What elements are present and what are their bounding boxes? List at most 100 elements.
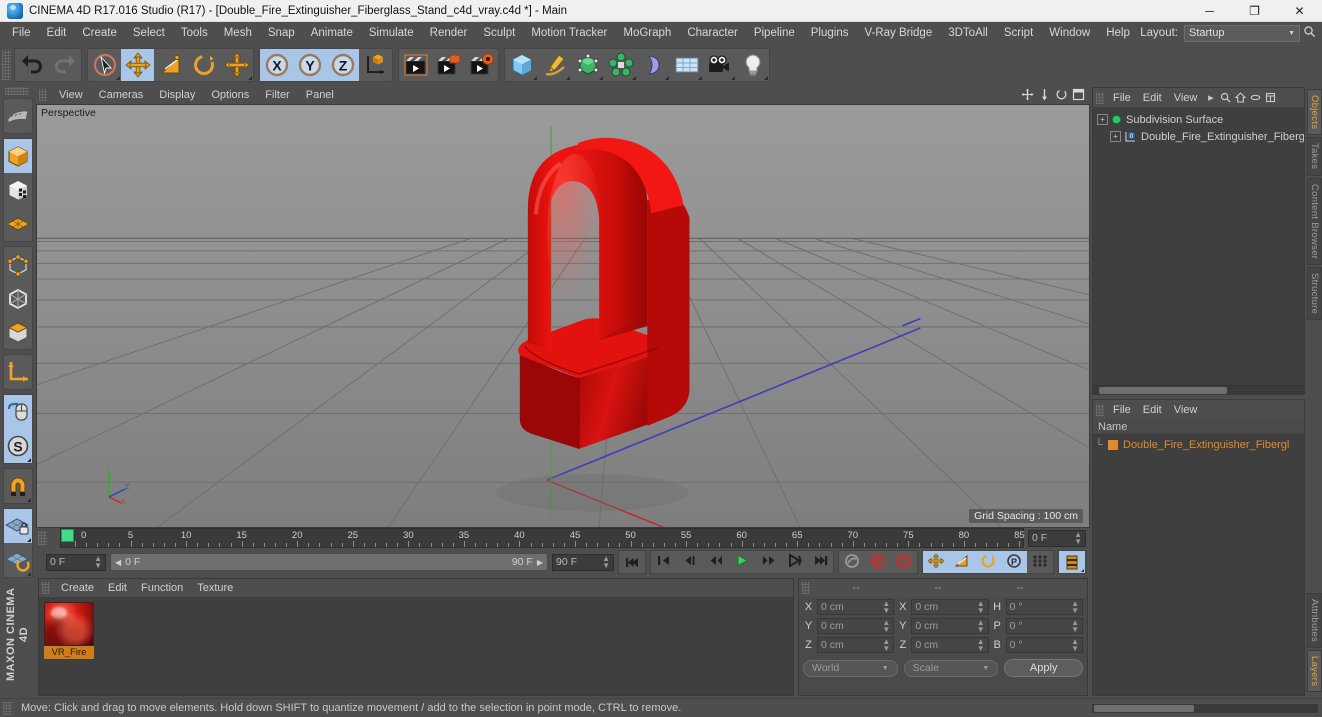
layer-list[interactable]: └ Double_Fire_Extinguisher_Fibergl [1093,435,1304,695]
spinner-icon[interactable]: ▲ ▼ [882,600,890,615]
close-button[interactable]: ✕ [1277,0,1322,22]
material-menu-function[interactable]: Function [134,580,190,596]
viewport-menu-options[interactable]: Options [203,87,257,103]
maximize-button[interactable]: ❐ [1232,0,1277,22]
preview-start-field[interactable]: 0 F ▲ ▼ [46,553,106,571]
menu-item-character[interactable]: Character [679,24,746,42]
layer-menu-file[interactable]: File [1107,402,1137,418]
object-tree[interactable]: + Subdivision Surface +0 Double_Fire_Exting… [1093,107,1304,385]
point-level-animation-toggle[interactable] [1027,551,1053,573]
material-list[interactable]: VR_Fire [39,597,793,695]
spinner-icon[interactable]: ▲ ▼ [1071,619,1079,634]
record-active-objects-button[interactable] [839,551,865,573]
parameter-key-toggle[interactable]: P [1001,551,1027,573]
viewport-menu-filter[interactable]: Filter [257,87,297,103]
rotation-h-field[interactable]: 0 ° ▲ ▼ [1005,599,1083,615]
add-scene-object-button[interactable] [670,49,703,81]
timeline-playhead[interactable] [61,529,74,542]
object-manager-scrollbar[interactable] [1093,385,1304,394]
slider-right-arrow-icon[interactable]: ▶ [537,558,543,567]
render-settings-button[interactable] [465,49,498,81]
spinner-icon[interactable]: ▲ ▼ [602,555,610,570]
layer-color-swatch[interactable] [1108,440,1118,450]
size-z-field[interactable]: 0 cm ▲ ▼ [911,637,989,653]
expand-toggle[interactable]: + [1110,131,1121,142]
lock-y-axis[interactable]: Y [293,48,326,81]
model-mode-button[interactable] [4,139,32,173]
viewport-menu-grip[interactable] [39,88,47,101]
coordinates-grip[interactable] [802,582,810,594]
menu-item-3dtoall[interactable]: 3DToAll [940,24,996,42]
status-bar-grip[interactable] [3,701,12,715]
menu-item-simulate[interactable]: Simulate [361,24,422,42]
home-icon[interactable] [1233,92,1248,103]
menu-item-animate[interactable]: Animate [303,24,361,42]
edges-mode-button[interactable] [4,281,32,315]
material-menu-create[interactable]: Create [54,580,101,596]
menu-item-help[interactable]: Help [1098,24,1138,42]
minimize-button[interactable]: ─ [1187,0,1232,22]
slider-left-arrow-icon[interactable]: ◀ [115,558,121,567]
layout-select[interactable]: Startup ▼ [1184,24,1300,42]
go-to-end-button[interactable] [807,551,833,573]
vertical-tab-content-browser[interactable]: Content Browser [1307,177,1322,265]
rotate-tool[interactable] [187,49,220,81]
viewport-menu-view[interactable]: View [51,87,91,103]
viewport-menu-display[interactable]: Display [151,87,203,103]
menu-item-sculpt[interactable]: Sculpt [475,24,523,42]
position-key-toggle[interactable] [923,551,949,573]
menu-item-mesh[interactable]: Mesh [216,24,260,42]
rotation-key-toggle[interactable] [975,551,1001,573]
add-spline-button[interactable] [538,49,571,81]
vertical-tab-takes[interactable]: Takes [1307,137,1322,176]
spinner-icon[interactable]: ▲ ▼ [1071,638,1079,653]
vertical-tab-attributes[interactable]: Attributes [1307,592,1322,648]
go-to-next-key-button[interactable] [781,551,807,573]
position-y-field[interactable]: 0 cm ▲ ▼ [817,618,895,634]
lock-x-axis[interactable]: X [260,48,293,81]
timeline-range-slider[interactable]: ◀ 0 F 90 F ▶ [110,553,548,571]
workplane-lock-button[interactable] [4,509,32,543]
menu-item-mograph[interactable]: MoGraph [615,24,679,42]
position-x-field[interactable]: 0 cm ▲ ▼ [817,599,895,615]
spinner-icon[interactable]: ▲ ▼ [882,619,890,634]
add-camera-button[interactable] [703,49,736,81]
preview-end-field[interactable]: 90 F ▲ ▼ [552,553,614,571]
rotation-p-field[interactable]: 0 ° ▲ ▼ [1005,618,1083,634]
undo-button[interactable] [15,49,48,81]
menu-item-file[interactable]: File [4,24,39,42]
menu-item-plugins[interactable]: Plugins [803,24,857,42]
go-to-next-frame-button[interactable] [755,551,781,573]
spinner-icon[interactable]: ▲ ▼ [1074,531,1082,546]
layer-menu-edit[interactable]: Edit [1137,402,1168,418]
size-y-field[interactable]: 0 cm ▲ ▼ [911,618,989,634]
viewport-menu-cameras[interactable]: Cameras [91,87,152,103]
spinner-icon[interactable]: ▲ ▼ [882,638,890,653]
transform-tool[interactable] [220,49,253,81]
points-mode-button[interactable] [4,247,32,281]
material-menu-grip[interactable] [42,582,50,594]
spinner-icon[interactable]: ▲ ▼ [977,638,985,653]
lock-z-axis[interactable]: Z [326,48,359,81]
vertical-tab-objects[interactable]: Objects [1307,89,1322,136]
material-menu-texture[interactable]: Texture [190,580,240,596]
rotate-viewport-icon[interactable] [1054,87,1069,102]
layer-row[interactable]: └ Double_Fire_Extinguisher_Fibergl [1095,437,1302,453]
material-menu-edit[interactable]: Edit [101,580,134,596]
spinner-icon[interactable]: ▲ ▼ [1071,600,1079,615]
search-icon[interactable] [1300,25,1318,41]
size-x-field[interactable]: 0 cm ▲ ▼ [911,599,989,615]
texture-mode-button[interactable] [4,173,32,207]
perspective-viewport[interactable]: Perspective Grid Spacing : 100 cm Y X Z [36,104,1090,528]
menu-item-motion-tracker[interactable]: Motion Tracker [523,24,615,42]
go-to-previous-key-button[interactable] [677,551,703,573]
layer-menu-view[interactable]: View [1168,402,1204,418]
menu-item-select[interactable]: Select [125,24,173,42]
vertical-tab-structure[interactable]: Structure [1307,266,1322,321]
spinner-icon[interactable]: ▲ ▼ [94,555,102,570]
menu-item-pipeline[interactable]: Pipeline [746,24,803,42]
workplane-rotate-button[interactable] [4,543,32,577]
layout-icon[interactable] [1263,92,1278,103]
go-to-start-button[interactable] [619,551,645,573]
move-tool[interactable] [121,48,154,81]
